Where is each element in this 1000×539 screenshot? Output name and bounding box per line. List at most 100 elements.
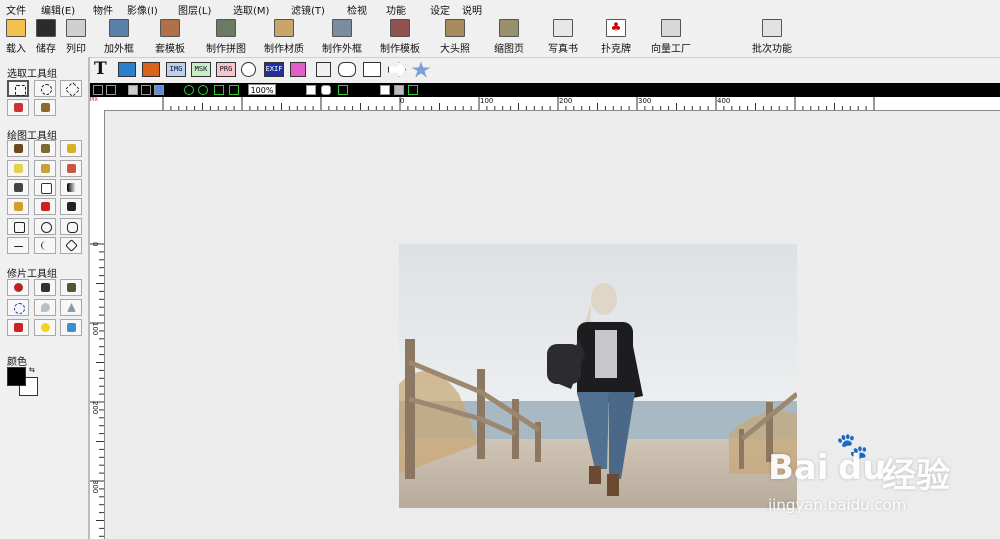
gradient-tool[interactable] xyxy=(60,179,82,196)
heal-selection-tool[interactable] xyxy=(7,299,29,316)
zoom-in-icon[interactable] xyxy=(184,85,194,95)
red-pen-tool[interactable] xyxy=(34,198,56,215)
speech-bubble-icon[interactable] xyxy=(338,62,356,77)
menu-image[interactable]: 影像(I) xyxy=(127,2,158,17)
ellipse-tool[interactable] xyxy=(34,218,56,235)
menu-layer[interactable]: 图层(L) xyxy=(178,2,211,17)
horizontal-ruler-ticks xyxy=(162,97,875,110)
star-shape-icon[interactable] xyxy=(412,62,430,77)
photo-sticker-button[interactable]: 大头照 xyxy=(440,19,470,55)
magic-wand-tool[interactable] xyxy=(7,99,29,116)
pencil-tool[interactable] xyxy=(7,198,29,215)
view-toolbar: 100% xyxy=(90,83,1000,97)
color-brush-tool[interactable] xyxy=(7,319,29,336)
lighten-tool[interactable] xyxy=(34,319,56,336)
curve-tool[interactable] xyxy=(34,237,56,254)
brush-tool[interactable] xyxy=(7,140,29,157)
gray-swatch-icon[interactable] xyxy=(394,85,404,95)
poker-card-button[interactable]: ♣ 扑克牌 xyxy=(601,19,631,55)
eraser-tool[interactable] xyxy=(7,160,29,177)
copy-icon[interactable] xyxy=(128,85,138,95)
undo-icon[interactable] xyxy=(93,85,103,95)
actual-size-icon[interactable] xyxy=(229,85,239,95)
paste-icon[interactable] xyxy=(154,85,164,95)
rounded-rect-tool[interactable] xyxy=(60,218,82,235)
exif-button[interactable]: EXIF xyxy=(264,62,284,77)
template-icon xyxy=(160,19,180,37)
apply-template-button[interactable]: 套模板 xyxy=(155,19,185,55)
calendar-icon[interactable] xyxy=(316,62,331,77)
pointer-icon[interactable] xyxy=(306,85,316,95)
insert-image-icon[interactable] xyxy=(118,62,136,77)
burn-tool[interactable] xyxy=(60,279,82,296)
hand-icon[interactable] xyxy=(321,85,331,95)
menu-select[interactable]: 选取(M) xyxy=(233,2,269,17)
load-button[interactable]: 载入 xyxy=(6,19,26,55)
arrow-shape-icon[interactable] xyxy=(388,62,406,77)
zoom-out-icon[interactable] xyxy=(198,85,208,95)
print-button[interactable]: 列印 xyxy=(66,19,86,55)
stamp-tool[interactable] xyxy=(7,179,29,196)
smudge-tool[interactable] xyxy=(34,160,56,177)
ellipse-select-tool[interactable] xyxy=(34,80,56,97)
text-tool-button[interactable]: T xyxy=(94,59,107,79)
photo-book-button[interactable]: 写真书 xyxy=(548,19,578,55)
menu-filter[interactable]: 滤镜(T) xyxy=(291,2,325,17)
photo-sticker-icon xyxy=(445,19,465,37)
color-replace-tool[interactable] xyxy=(60,319,82,336)
blur-drop-tool[interactable] xyxy=(34,299,56,316)
menu-view[interactable]: 检视 xyxy=(347,2,367,17)
make-collage-button[interactable]: 制作拼图 xyxy=(206,19,246,55)
msk-button[interactable]: MSK xyxy=(191,62,211,77)
menu-object[interactable]: 物件 xyxy=(93,2,113,17)
lasso-select-tool[interactable] xyxy=(60,80,82,98)
watermark-brand-c: 经验 xyxy=(882,456,950,496)
sharpen-tool[interactable] xyxy=(60,299,82,316)
swap-colors-icon[interactable]: ⇆ xyxy=(29,366,35,374)
fit-window-icon[interactable] xyxy=(214,85,224,95)
save-button[interactable]: 储存 xyxy=(36,19,56,55)
photo-layer[interactable] xyxy=(399,244,797,508)
pen-tool[interactable] xyxy=(60,160,82,177)
menu-file[interactable]: 文件 xyxy=(6,2,26,17)
menu-function[interactable]: 功能 xyxy=(386,2,406,17)
airbrush-tool[interactable] xyxy=(34,140,56,157)
vector-factory-button[interactable]: 向量工厂 xyxy=(651,19,691,55)
thumbnail-page-icon xyxy=(499,19,519,37)
dropdown-icon[interactable] xyxy=(408,85,418,95)
img-button[interactable]: IMG xyxy=(166,62,186,77)
select-brush-tool[interactable] xyxy=(34,99,56,116)
add-frame-button[interactable]: 加外框 xyxy=(104,19,134,55)
double-arrow-icon[interactable] xyxy=(363,62,381,77)
white-swatch-icon[interactable] xyxy=(380,85,390,95)
red-eye-tool[interactable] xyxy=(7,279,29,296)
floppy-disk-icon xyxy=(36,19,56,37)
menu-edit[interactable]: 编辑(E) xyxy=(41,2,75,17)
clock-icon[interactable] xyxy=(241,62,256,77)
sunset-image-icon[interactable] xyxy=(142,62,160,77)
clone-tool[interactable] xyxy=(34,279,56,296)
foreground-color-swatch[interactable] xyxy=(7,367,26,386)
add-icon[interactable] xyxy=(338,85,348,95)
redo-icon[interactable] xyxy=(106,85,116,95)
rectangle-tool[interactable] xyxy=(7,218,29,235)
thumbnail-page-button[interactable]: 缩图页 xyxy=(494,19,524,55)
zoom-level[interactable]: 100% xyxy=(248,84,276,95)
move-tool[interactable] xyxy=(60,237,82,254)
menu-help[interactable]: 说明 xyxy=(462,2,482,17)
rect-select-tool[interactable] xyxy=(7,80,29,97)
batch-function-button[interactable]: 批次功能 xyxy=(752,19,792,55)
make-template-button[interactable]: 制作模板 xyxy=(380,19,420,55)
cut-icon[interactable] xyxy=(141,85,151,95)
prg-button[interactable]: PRG xyxy=(216,62,236,77)
marker-tool[interactable] xyxy=(60,140,82,157)
menu-settings[interactable]: 设定 xyxy=(430,2,450,17)
arrow-line-tool[interactable] xyxy=(7,237,29,254)
printer-icon xyxy=(66,19,86,37)
make-frame-button[interactable]: 制作外框 xyxy=(322,19,362,55)
eyedropper-tool[interactable] xyxy=(60,198,82,215)
cake-icon[interactable] xyxy=(290,62,306,77)
fill-bucket-tool[interactable] xyxy=(34,179,56,196)
h-ruler-label: 100 xyxy=(480,97,494,105)
make-texture-button[interactable]: 制作材质 xyxy=(264,19,304,55)
